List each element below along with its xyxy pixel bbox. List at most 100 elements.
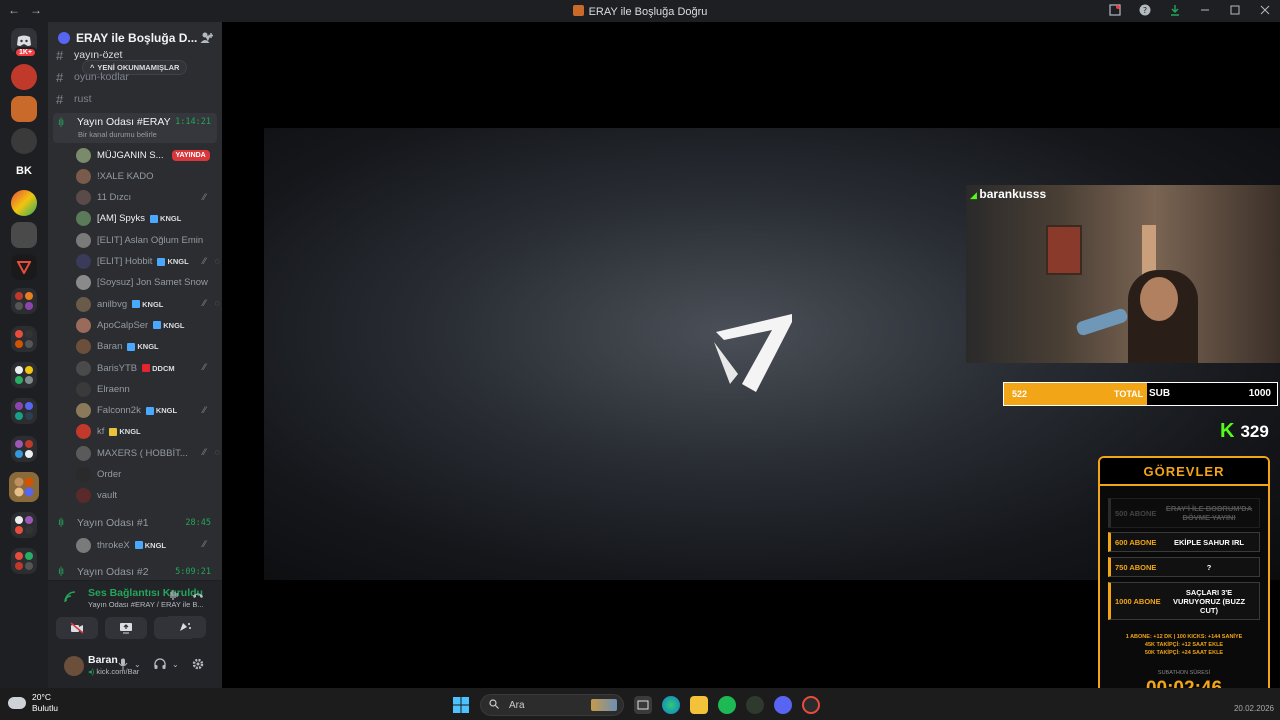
taskbar-search[interactable]: Ara [480, 694, 624, 716]
avatar[interactable] [64, 656, 84, 676]
voice-member[interactable]: MAXERS ( HOBBİT... ⁄⁄ ◌ [76, 444, 220, 462]
sub-goal-bar: 522 TOTAL SUB 1000 [1003, 382, 1278, 406]
tasks-info-1: 1 ABONE: +12 DK | 100 KICKS: +144 SANİYE [1125, 634, 1243, 640]
voice-channel-2[interactable]: ı|ı Yayın Odası #2 5:09:21 [53, 563, 217, 581]
tag-label: KNGL [137, 342, 159, 352]
text-channel-oyun-kodlar[interactable]: # oyun-kodlar [56, 68, 129, 86]
channel-status[interactable]: Bir kanal durumu belirle [78, 130, 157, 139]
member-name: Baran [97, 341, 123, 353]
voice-member[interactable]: Baran KNGL [76, 338, 216, 356]
download-icon[interactable] [1168, 3, 1182, 17]
subathon-label: SUBATHON SÜRESİ [1157, 670, 1211, 676]
cloud-icon [8, 697, 26, 709]
member-tag: KNGL [150, 214, 181, 223]
voice-member[interactable]: [ELIT] Aslan Oğlum Emin [76, 231, 216, 249]
voice-member[interactable]: Order [76, 466, 216, 484]
text-channel-rust[interactable]: # rust [56, 90, 92, 108]
voice-member[interactable]: MÜJGANIN S... YAYINDA [76, 146, 216, 164]
help-icon[interactable]: ? [1138, 3, 1152, 17]
member-name: MÜJGANIN S... [97, 149, 164, 161]
edge-icon[interactable] [662, 696, 680, 714]
svg-text:?: ? [1143, 6, 1147, 15]
voice-channel-1[interactable]: ı|ı Yayın Odası #1 28:45 [53, 514, 217, 532]
deafened-icon: ◌ [214, 447, 220, 458]
weather-widget[interactable]: 20°C Bulutlu [8, 692, 58, 714]
server-folder-6[interactable] [9, 472, 39, 502]
disconnect-icon[interactable] [192, 589, 204, 604]
discord-logo-icon [17, 35, 31, 46]
server-icon-eray[interactable] [11, 96, 37, 122]
kick-small-icon: ◢ [970, 190, 980, 200]
server-folder-4[interactable] [11, 398, 37, 424]
server-icon-bk[interactable]: BK [11, 158, 37, 184]
member-name: anilbvg [97, 298, 128, 310]
voice-status-sub: Yayın Odası #ERAY / ERAY ile B... [88, 600, 204, 609]
voice-member[interactable]: ApoCalpSer KNGL [76, 316, 216, 334]
webcam-overlay: ◢ barankusss [966, 185, 1280, 363]
share-screen-button[interactable] [105, 617, 147, 639]
voice-member[interactable]: kf KNGL [76, 423, 216, 441]
server-icon-5[interactable] [11, 190, 37, 216]
voice-member[interactable]: throkeX KNGL ⁄⁄ [76, 536, 216, 554]
server-folder-7[interactable] [11, 512, 37, 538]
member-tag: KNGL [153, 321, 184, 330]
sub-goal: 1000 [1248, 388, 1271, 399]
voice-status[interactable]: Ses Bağlantısı Kuruldu [88, 587, 203, 599]
muted-mic-icon: ⁄⁄ [202, 447, 206, 458]
member-name: ApoCalpSer [97, 319, 149, 331]
nvidia-icon[interactable] [746, 696, 764, 714]
windows-start-icon[interactable] [452, 696, 470, 714]
voice-activity-icon: ı|ı [58, 117, 64, 128]
task-view-icon[interactable] [634, 696, 652, 714]
voice-member[interactable]: [ELIT] Hobbit KNGL ⁄⁄ ◌ [76, 253, 220, 271]
close-icon[interactable] [1258, 3, 1272, 17]
server-folder-1[interactable] [11, 288, 37, 314]
voice-member[interactable]: 11 Dızcı ⁄⁄ [76, 189, 216, 207]
headphones-icon[interactable] [154, 658, 166, 673]
soundboard-button[interactable] [164, 616, 206, 638]
server-icon-6[interactable] [11, 222, 37, 248]
server-icon-1[interactable] [11, 64, 37, 90]
mention-badge: 1K+ [14, 47, 38, 58]
chevron-down-icon[interactable]: ⌄ [172, 660, 179, 669]
toggle-camera-button[interactable] [56, 617, 98, 639]
member-name: Elraenn [97, 383, 130, 395]
voice-member[interactable]: Elraenn [76, 380, 216, 398]
text-channel-icon: # [56, 91, 64, 107]
inbox-icon[interactable] [1108, 3, 1122, 17]
chevron-down-icon[interactable]: ⌄ [134, 660, 141, 669]
maximize-icon[interactable] [1228, 3, 1242, 17]
voice-member[interactable]: Falconn2k KNGL ⁄⁄ [76, 402, 216, 420]
file-explorer-icon[interactable] [690, 696, 708, 714]
server-folder-8[interactable] [11, 548, 37, 574]
signal-icon[interactable] [64, 591, 76, 606]
invite-people-icon[interactable] [200, 31, 214, 45]
voice-member[interactable]: BarisYTB DDCM ⁄⁄ [76, 359, 216, 377]
voice-member[interactable]: !XALE KADO [76, 167, 216, 185]
server-icon-3[interactable] [11, 128, 37, 154]
settings-gear-icon[interactable] [192, 658, 204, 673]
spotify-icon[interactable] [718, 696, 736, 714]
microphone-icon[interactable] [118, 658, 128, 673]
tray-date[interactable]: 20.02.2026 [1234, 704, 1274, 713]
server-folder-3[interactable] [11, 362, 37, 388]
minimize-icon[interactable] [1198, 3, 1212, 17]
voice-member[interactable]: anilbvg KNGL ⁄⁄ ◌ [76, 295, 220, 313]
member-name: [ELIT] Aslan Oğlum Emin [97, 234, 204, 246]
voice-member[interactable]: vault [76, 487, 216, 505]
server-icon-7[interactable] [11, 254, 37, 280]
server-folder-5[interactable] [11, 436, 37, 462]
voice-member[interactable]: [AM] Spyks KNGL [76, 210, 216, 228]
tag-icon [145, 406, 154, 415]
obs-icon[interactable] [802, 696, 820, 714]
noise-suppression-icon[interactable] [168, 589, 180, 604]
server-folder-2[interactable] [11, 326, 37, 352]
discord-taskbar-icon[interactable] [774, 696, 792, 714]
voice-channel-eray[interactable]: ı|ı Yayın Odası #ERAY 1:14:21 Bir kanal … [53, 113, 217, 143]
member-name: [AM] Spyks [97, 213, 146, 225]
voice-timer: 28:45 [185, 518, 211, 528]
window-controls: ? [1108, 3, 1272, 17]
voice-member[interactable]: [Soysuz] Jon Samet Snow [76, 274, 216, 292]
home-button[interactable]: 1K+ [11, 28, 38, 58]
tag-icon [109, 427, 118, 436]
